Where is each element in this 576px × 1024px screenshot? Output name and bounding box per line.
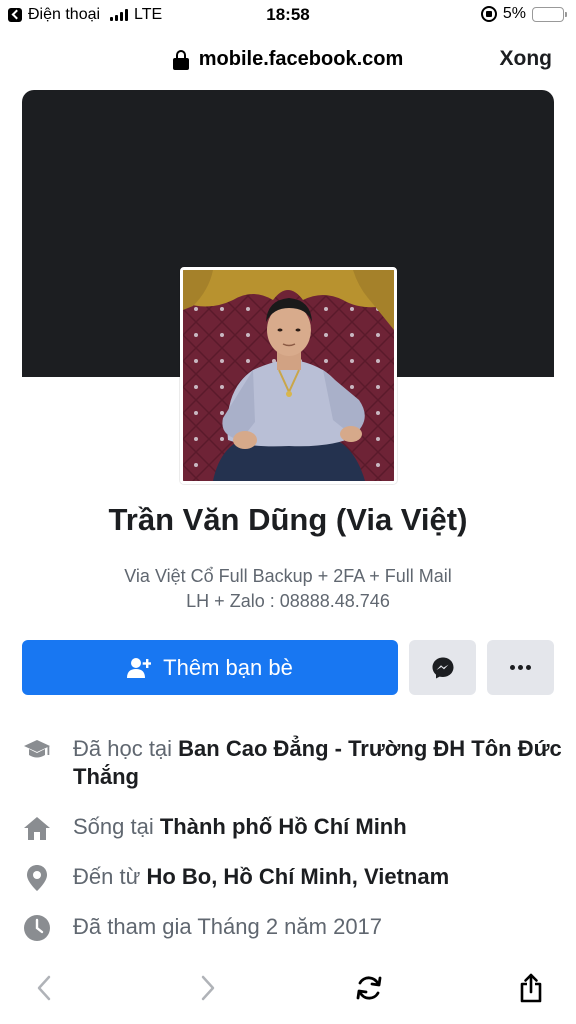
more-options-button[interactable] (487, 640, 554, 695)
profile-name: Trần Văn Dũng (Via Việt) (108, 502, 468, 537)
add-friend-icon (127, 657, 152, 678)
messenger-icon (432, 657, 453, 678)
more-dots-icon (510, 665, 531, 670)
profile-bio: Via Việt Cổ Full Backup + 2FA + Full Mai… (0, 564, 576, 614)
battery-icon (532, 6, 567, 22)
info-lives: Sống tại Thành phố Hồ Chí Minh (22, 813, 562, 843)
status-right: 5% (480, 5, 567, 23)
info-education: Đã học tại Ban Cao Đẳng - Trường ĐH Tôn … (22, 735, 562, 791)
battery-percent: 5% (502, 5, 526, 22)
url-container: mobile.facebook.com (0, 48, 576, 76)
info-joined: Đã tham gia Tháng 2 năm 2017 (22, 913, 562, 943)
education-text: Đã học tại Ban Cao Đẳng - Trường ĐH Tôn … (73, 735, 562, 791)
education-prefix: Đã học tại (73, 736, 179, 761)
orientation-lock-icon (480, 6, 497, 22)
lives-prefix: Sống tại (73, 814, 160, 839)
reload-button[interactable] (349, 968, 389, 1008)
clock-icon (22, 913, 52, 943)
bio-line-2: LH + Zalo : 08888.48.746 (186, 591, 390, 611)
browser-toolbar (0, 960, 576, 1016)
browser-url-bar: mobile.facebook.com Xong (0, 40, 576, 80)
lives-link[interactable]: Thành phố Hồ Chí Minh (160, 814, 407, 839)
info-from: Đến từ Ho Bo, Hồ Chí Minh, Vietnam (22, 863, 562, 893)
url-text[interactable]: mobile.facebook.com (199, 48, 404, 71)
browser-forward-button[interactable] (188, 968, 228, 1008)
reload-icon (356, 976, 382, 1000)
joined-text: Đã tham gia Tháng 2 năm 2017 (73, 914, 383, 939)
graduation-cap-icon (22, 735, 52, 765)
chevron-right-icon (201, 975, 215, 1001)
from-text: Đến từ Ho Bo, Hồ Chí Minh, Vietnam (73, 863, 449, 891)
done-button[interactable]: Xong (500, 47, 553, 71)
browser-back-button[interactable] (24, 968, 64, 1008)
chevron-left-icon (37, 975, 51, 1001)
from-link[interactable]: Ho Bo, Hồ Chí Minh, Vietnam (146, 864, 449, 889)
share-button[interactable] (511, 968, 551, 1008)
profile-picture[interactable] (180, 267, 397, 484)
share-icon (520, 973, 542, 1003)
lives-text: Sống tại Thành phố Hồ Chí Minh (73, 813, 407, 841)
location-pin-icon (22, 863, 52, 893)
message-button[interactable] (409, 640, 476, 695)
add-friend-label: Thêm bạn bè (163, 654, 293, 680)
padlock-icon (172, 49, 189, 70)
profile-photo-image (183, 270, 394, 481)
status-bar: Điện thoại LTE 18:58 5% (0, 0, 576, 30)
bio-line-1: Via Việt Cổ Full Backup + 2FA + Full Mai… (124, 566, 452, 586)
add-friend-button[interactable]: Thêm bạn bè (22, 640, 398, 695)
from-prefix: Đến từ (73, 864, 147, 889)
home-icon (22, 813, 52, 843)
